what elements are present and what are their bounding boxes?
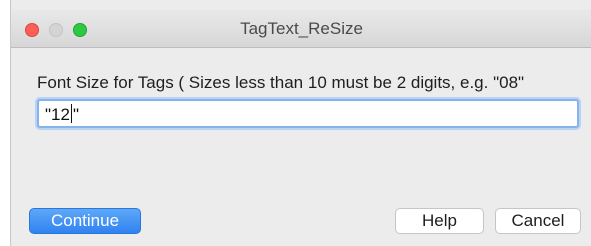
cancel-button[interactable]: Cancel: [495, 208, 581, 234]
window-title: TagText_ReSize: [240, 19, 363, 38]
help-button[interactable]: Help: [395, 208, 484, 234]
title-bar: TagText_ReSize: [11, 9, 591, 48]
text-caret: [70, 104, 72, 123]
input-text-after-caret: ": [72, 105, 79, 124]
continue-button[interactable]: Continue: [29, 208, 141, 234]
prompt-label: Font Size for Tags ( Sizes less than 10 …: [37, 73, 525, 92]
dialog-window: TagText_ReSize Font Size for Tags ( Size…: [10, 0, 591, 246]
font-size-input[interactable]: "12 ": [37, 99, 579, 128]
input-text-before-caret: "12: [45, 105, 70, 124]
